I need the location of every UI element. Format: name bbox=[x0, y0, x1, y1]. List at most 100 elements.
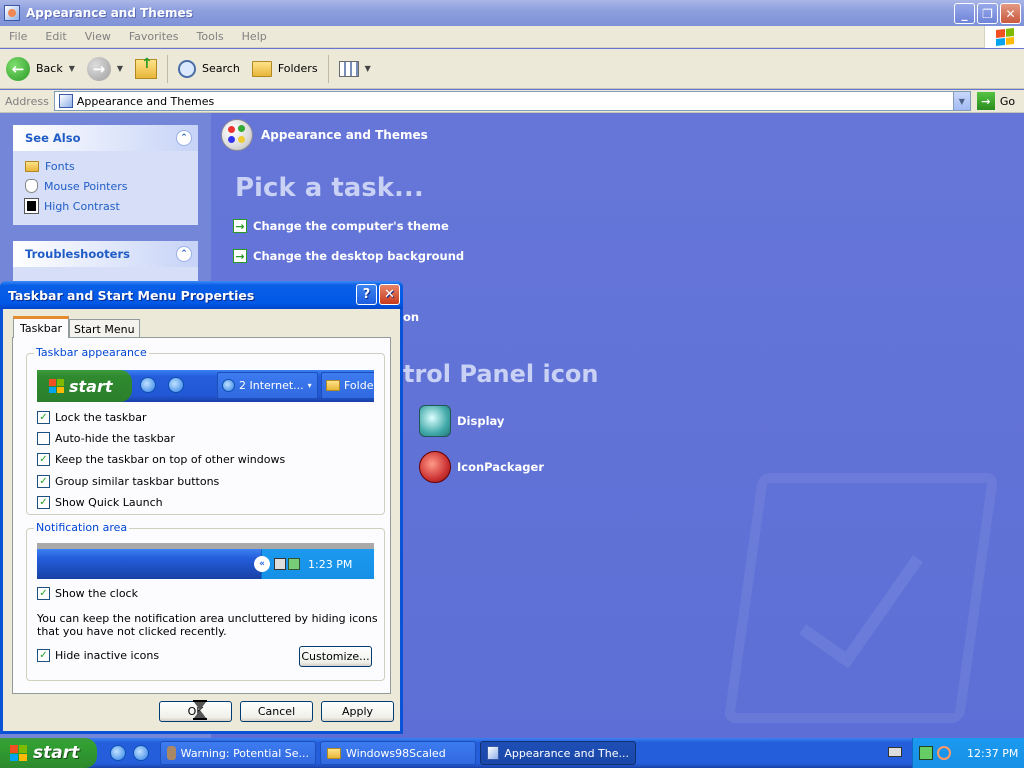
checkbox-label: Group similar taskbar buttons bbox=[55, 475, 220, 488]
checkbox-box[interactable] bbox=[37, 432, 50, 445]
restore-button[interactable]: ❐ bbox=[977, 3, 998, 24]
taskbar-clock[interactable]: 12:37 PM bbox=[967, 747, 1018, 760]
checkbox-box[interactable]: ✓ bbox=[37, 649, 50, 662]
keyboard-icon[interactable] bbox=[888, 747, 902, 757]
high-contrast-icon bbox=[24, 198, 39, 214]
network-icon[interactable] bbox=[919, 746, 933, 760]
windows-logo-icon bbox=[49, 379, 64, 393]
task-change-theme[interactable]: → Change the computer's theme bbox=[233, 219, 449, 233]
address-label: Address bbox=[5, 94, 49, 108]
collapse-chevron-icon[interactable]: ⌃ bbox=[176, 246, 192, 262]
taskbar-button-windows98scaled[interactable]: Windows98Scaled bbox=[320, 741, 476, 765]
taskbar-button-appearance[interactable]: Appearance and The... bbox=[480, 741, 636, 765]
task-change-background[interactable]: → Change the desktop background bbox=[233, 249, 464, 263]
menu-edit[interactable]: Edit bbox=[36, 30, 75, 43]
help-button[interactable]: ? bbox=[356, 284, 377, 305]
windows-taskbar: start Warning: Potential Se... Windows98… bbox=[0, 738, 1024, 768]
chevron-down-icon[interactable]: ▼ bbox=[117, 64, 123, 73]
views-button[interactable]: ▼ bbox=[333, 52, 377, 86]
preview-start-button: start bbox=[37, 370, 132, 402]
preview-tray: « 1:23 PM bbox=[254, 549, 374, 579]
warning-icon bbox=[167, 746, 176, 760]
dialog-titlebar[interactable]: Taskbar and Start Menu Properties ? ✕ bbox=[0, 281, 403, 309]
menu-view[interactable]: View bbox=[76, 30, 120, 43]
chevron-down-icon[interactable]: ▼ bbox=[365, 64, 371, 73]
folders-button[interactable]: Folders bbox=[246, 52, 324, 86]
keep-on-top-checkbox[interactable]: ✓ Keep the taskbar on top of other window… bbox=[37, 453, 285, 466]
menu-help[interactable]: Help bbox=[233, 30, 276, 43]
windows-logo-icon bbox=[984, 26, 1024, 48]
taskbar-tab-panel: Taskbar appearance start 2 Internet... ▾… bbox=[12, 337, 391, 694]
system-tray: 12:37 PM bbox=[912, 738, 1024, 768]
cancel-button[interactable]: Cancel bbox=[240, 701, 313, 722]
window-titlebar[interactable]: Appearance and Themes _ ❐ ✕ bbox=[0, 0, 1024, 26]
toolbar-divider bbox=[327, 54, 329, 83]
toolbar-divider bbox=[167, 54, 169, 83]
back-button[interactable]: ← Back ▼ bbox=[0, 52, 81, 86]
mouse-icon bbox=[25, 179, 38, 193]
green-arrow-icon: → bbox=[233, 219, 247, 233]
network-icon bbox=[274, 558, 286, 570]
lock-taskbar-checkbox[interactable]: ✓ Lock the taskbar bbox=[37, 411, 147, 424]
checkbox-box[interactable]: ✓ bbox=[37, 453, 50, 466]
volume-icon bbox=[288, 558, 300, 570]
taskbar-properties-dialog: Taskbar and Start Menu Properties ? ✕ Ta… bbox=[0, 281, 403, 734]
search-button[interactable]: Search bbox=[172, 52, 246, 86]
collapse-chevron-icon[interactable]: ⌃ bbox=[176, 130, 192, 146]
menu-favorites[interactable]: Favorites bbox=[120, 30, 188, 43]
close-button[interactable]: ✕ bbox=[1000, 3, 1021, 24]
auto-hide-checkbox[interactable]: Auto-hide the taskbar bbox=[37, 432, 175, 445]
customize-button[interactable]: Customize... bbox=[299, 646, 372, 667]
back-arrow-icon: ← bbox=[6, 56, 30, 81]
task-label: Appearance and The... bbox=[504, 746, 629, 760]
tab-taskbar[interactable]: Taskbar bbox=[13, 316, 69, 338]
fonts-link[interactable]: Fonts bbox=[13, 157, 198, 176]
show-clock-checkbox[interactable]: ✓ Show the clock bbox=[37, 587, 138, 600]
taskbar-appearance-group: Taskbar appearance start 2 Internet... ▾… bbox=[26, 346, 385, 515]
display-icon-link[interactable]: Display bbox=[419, 405, 504, 437]
address-bar: Address Appearance and Themes ▼ → Go bbox=[0, 90, 1024, 113]
checkbox-box[interactable]: ✓ bbox=[37, 496, 50, 509]
tab-start-menu[interactable]: Start Menu bbox=[69, 319, 140, 338]
forward-button[interactable]: → ▼ bbox=[81, 52, 129, 86]
mouse-pointers-link[interactable]: Mouse Pointers bbox=[13, 176, 198, 196]
preview-start-label: start bbox=[69, 376, 113, 396]
minimize-button[interactable]: _ bbox=[954, 3, 975, 24]
group-buttons-checkbox[interactable]: ✓ Group similar taskbar buttons bbox=[37, 475, 219, 488]
go-button[interactable]: → Go bbox=[976, 92, 1015, 110]
start-button[interactable]: start bbox=[0, 738, 97, 768]
ie-quicklaunch-icon bbox=[140, 377, 156, 393]
apply-button[interactable]: Apply bbox=[321, 701, 394, 722]
ie-quicklaunch-icon[interactable] bbox=[133, 745, 149, 761]
display-label: Display bbox=[457, 414, 505, 428]
address-field[interactable]: Appearance and Themes ▼ bbox=[53, 91, 971, 111]
hide-inactive-checkbox[interactable]: ✓ Hide inactive icons bbox=[37, 649, 159, 662]
ie-quicklaunch-icon[interactable] bbox=[110, 745, 126, 761]
search-icon bbox=[178, 59, 197, 78]
high-contrast-link[interactable]: High Contrast bbox=[13, 196, 198, 216]
checkbox-box[interactable]: ✓ bbox=[37, 411, 50, 424]
partial-task-text[interactable]: on bbox=[403, 310, 419, 324]
see-also-header[interactable]: See Also ⌃ bbox=[13, 125, 198, 151]
hourglass-cursor-icon bbox=[193, 700, 207, 720]
preview-task-label: Folde bbox=[344, 379, 374, 392]
troubleshooters-header[interactable]: Troubleshooters ⌃ bbox=[13, 241, 198, 267]
menu-tools[interactable]: Tools bbox=[188, 30, 233, 43]
search-tray-icon[interactable] bbox=[937, 746, 951, 760]
windows-logo-icon bbox=[10, 745, 27, 761]
dialog-title: Taskbar and Start Menu Properties bbox=[8, 287, 255, 303]
preview-task-label: 2 Internet... bbox=[239, 379, 304, 392]
show-quick-launch-checkbox[interactable]: ✓ Show Quick Launch bbox=[37, 496, 163, 509]
folder-icon bbox=[326, 380, 340, 391]
checkbox-box[interactable]: ✓ bbox=[37, 587, 50, 600]
menu-file[interactable]: File bbox=[0, 30, 36, 43]
iconpackager-icon-link[interactable]: IconPackager bbox=[419, 451, 544, 483]
dialog-close-button[interactable]: ✕ bbox=[379, 284, 400, 305]
chevron-down-icon[interactable]: ▼ bbox=[952, 92, 970, 110]
checkbox-box[interactable]: ✓ bbox=[37, 475, 50, 488]
folder-icon bbox=[327, 747, 341, 759]
checkbox-label: Auto-hide the taskbar bbox=[55, 432, 175, 445]
chevron-down-icon[interactable]: ▼ bbox=[69, 64, 75, 73]
up-folder-button[interactable]: ↑ bbox=[129, 52, 163, 86]
taskbar-button-warning[interactable]: Warning: Potential Se... bbox=[160, 741, 316, 765]
